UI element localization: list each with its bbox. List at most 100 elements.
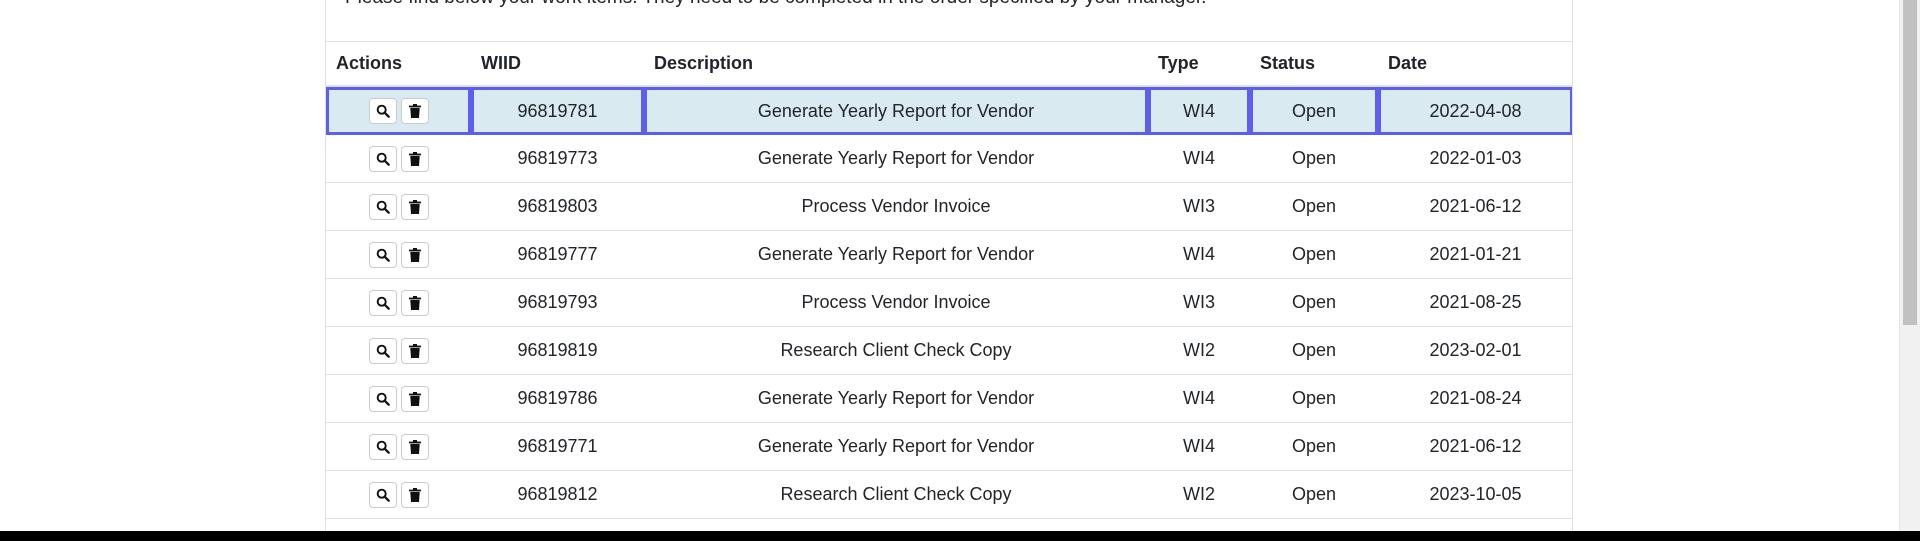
delete-button[interactable] (400, 193, 429, 220)
cell-status: Open (1250, 183, 1378, 231)
cell-wiid: 96819773 (471, 135, 644, 183)
cell-description: Process Vendor Invoice (644, 279, 1148, 327)
view-button[interactable] (368, 433, 397, 460)
table-row[interactable]: 96819812 Research Client Check Copy WI2 Ope… (326, 471, 1572, 519)
delete-button[interactable] (400, 481, 429, 508)
table-body: 96819781 Generate Yearly Report for Vendo… (326, 87, 1572, 519)
cell-wiid: 96819777 (471, 231, 644, 279)
trash-icon (408, 247, 421, 262)
view-button[interactable] (368, 385, 397, 412)
row-actions-cell (326, 87, 471, 135)
cell-date: 2021-06-12 (1378, 183, 1572, 231)
cell-type: WI2 (1148, 327, 1250, 375)
cell-description: Process Vendor Invoice (644, 183, 1148, 231)
work-items-table: Actions WIID Description Type Status Dat… (326, 41, 1572, 519)
header-actions: Actions (326, 41, 471, 87)
cell-status: Open (1250, 231, 1378, 279)
cell-description: Generate Yearly Report for Vendor (644, 87, 1148, 135)
magnifier-icon (376, 488, 390, 502)
trash-icon (408, 391, 421, 406)
trash-icon (408, 199, 421, 214)
row-actions-cell (326, 279, 471, 327)
delete-button[interactable] (400, 98, 429, 124)
trash-icon (408, 104, 421, 118)
cell-description: Research Client Check Copy (644, 471, 1148, 519)
scrollbar-thumb[interactable] (1903, 0, 1917, 325)
work-items-panel: Please find below your work items. They … (325, 0, 1573, 531)
view-button[interactable] (368, 289, 397, 316)
header-date[interactable]: Date (1378, 41, 1572, 87)
table-row[interactable]: 96819777 Generate Yearly Report for Vendo… (326, 231, 1572, 279)
magnifier-icon (376, 152, 390, 166)
cell-wiid: 96819786 (471, 375, 644, 423)
trash-icon (408, 439, 421, 454)
table-row[interactable]: 96819771 Generate Yearly Report for Vendo… (326, 423, 1572, 471)
cell-status: Open (1250, 471, 1378, 519)
cell-date: 2021-06-12 (1378, 423, 1572, 471)
table-row[interactable]: 96819819 Research Client Check Copy WI2 Ope… (326, 327, 1572, 375)
header-wiid[interactable]: WIID (471, 41, 644, 87)
delete-button[interactable] (400, 145, 429, 172)
bottom-edge-bar (0, 531, 1920, 541)
delete-button[interactable] (400, 337, 429, 364)
cell-wiid: 96819812 (471, 471, 644, 519)
cell-status: Open (1250, 375, 1378, 423)
cell-status: Open (1250, 423, 1378, 471)
table-row[interactable]: 96819803 Process Vendor Invoice WI3 Open 202… (326, 183, 1572, 231)
trash-icon (408, 295, 421, 310)
row-actions-cell (326, 423, 471, 471)
cell-type: WI4 (1148, 375, 1250, 423)
view-button[interactable] (368, 241, 397, 268)
delete-button[interactable] (400, 385, 429, 412)
trash-icon (408, 151, 421, 166)
cell-date: 2021-08-24 (1378, 375, 1572, 423)
vertical-scrollbar[interactable] (1899, 0, 1920, 531)
cell-status: Open (1250, 279, 1378, 327)
cell-date: 2021-08-25 (1378, 279, 1572, 327)
view-button[interactable] (368, 193, 397, 220)
row-actions-cell (326, 471, 471, 519)
header-description[interactable]: Description (644, 41, 1148, 87)
row-actions-cell (326, 327, 471, 375)
cell-wiid: 96819819 (471, 327, 644, 375)
cell-status: Open (1250, 135, 1378, 183)
table-row[interactable]: 96819793 Process Vendor Invoice WI3 Open 202… (326, 279, 1572, 327)
view-button[interactable] (368, 98, 397, 124)
cell-type: WI3 (1148, 183, 1250, 231)
cell-type: WI3 (1148, 279, 1250, 327)
table-row[interactable]: 96819781 Generate Yearly Report for Vendo… (326, 87, 1572, 135)
delete-button[interactable] (400, 433, 429, 460)
view-button[interactable] (368, 481, 397, 508)
intro-text: Please find below your work items. They … (345, 0, 1206, 9)
row-actions-cell (326, 231, 471, 279)
view-button[interactable] (368, 337, 397, 364)
header-type[interactable]: Type (1148, 41, 1250, 87)
cell-status: Open (1250, 87, 1378, 135)
table-row[interactable]: 96819773 Generate Yearly Report for Vendo… (326, 135, 1572, 183)
cell-date: 2022-04-08 (1378, 87, 1572, 135)
trash-icon (408, 487, 421, 502)
cell-date: 2023-02-01 (1378, 327, 1572, 375)
cell-description: Generate Yearly Report for Vendor (644, 423, 1148, 471)
delete-button[interactable] (400, 241, 429, 268)
cell-type: WI2 (1148, 471, 1250, 519)
cell-date: 2022-01-03 (1378, 135, 1572, 183)
cell-description: Generate Yearly Report for Vendor (644, 375, 1148, 423)
cell-description: Generate Yearly Report for Vendor (644, 231, 1148, 279)
cell-type: WI4 (1148, 231, 1250, 279)
magnifier-icon (376, 392, 390, 406)
cell-status: Open (1250, 327, 1378, 375)
cell-date: 2021-01-21 (1378, 231, 1572, 279)
magnifier-icon (376, 248, 390, 262)
header-status[interactable]: Status (1250, 41, 1378, 87)
cell-description: Research Client Check Copy (644, 327, 1148, 375)
row-actions-cell (326, 135, 471, 183)
cell-wiid: 96819781 (471, 87, 644, 135)
view-button[interactable] (368, 145, 397, 172)
magnifier-icon (376, 440, 390, 454)
row-actions-cell (326, 375, 471, 423)
delete-button[interactable] (400, 289, 429, 316)
cell-description: Generate Yearly Report for Vendor (644, 135, 1148, 183)
table-header-row: Actions WIID Description Type Status Dat… (326, 41, 1572, 87)
table-row[interactable]: 96819786 Generate Yearly Report for Vendo… (326, 375, 1572, 423)
